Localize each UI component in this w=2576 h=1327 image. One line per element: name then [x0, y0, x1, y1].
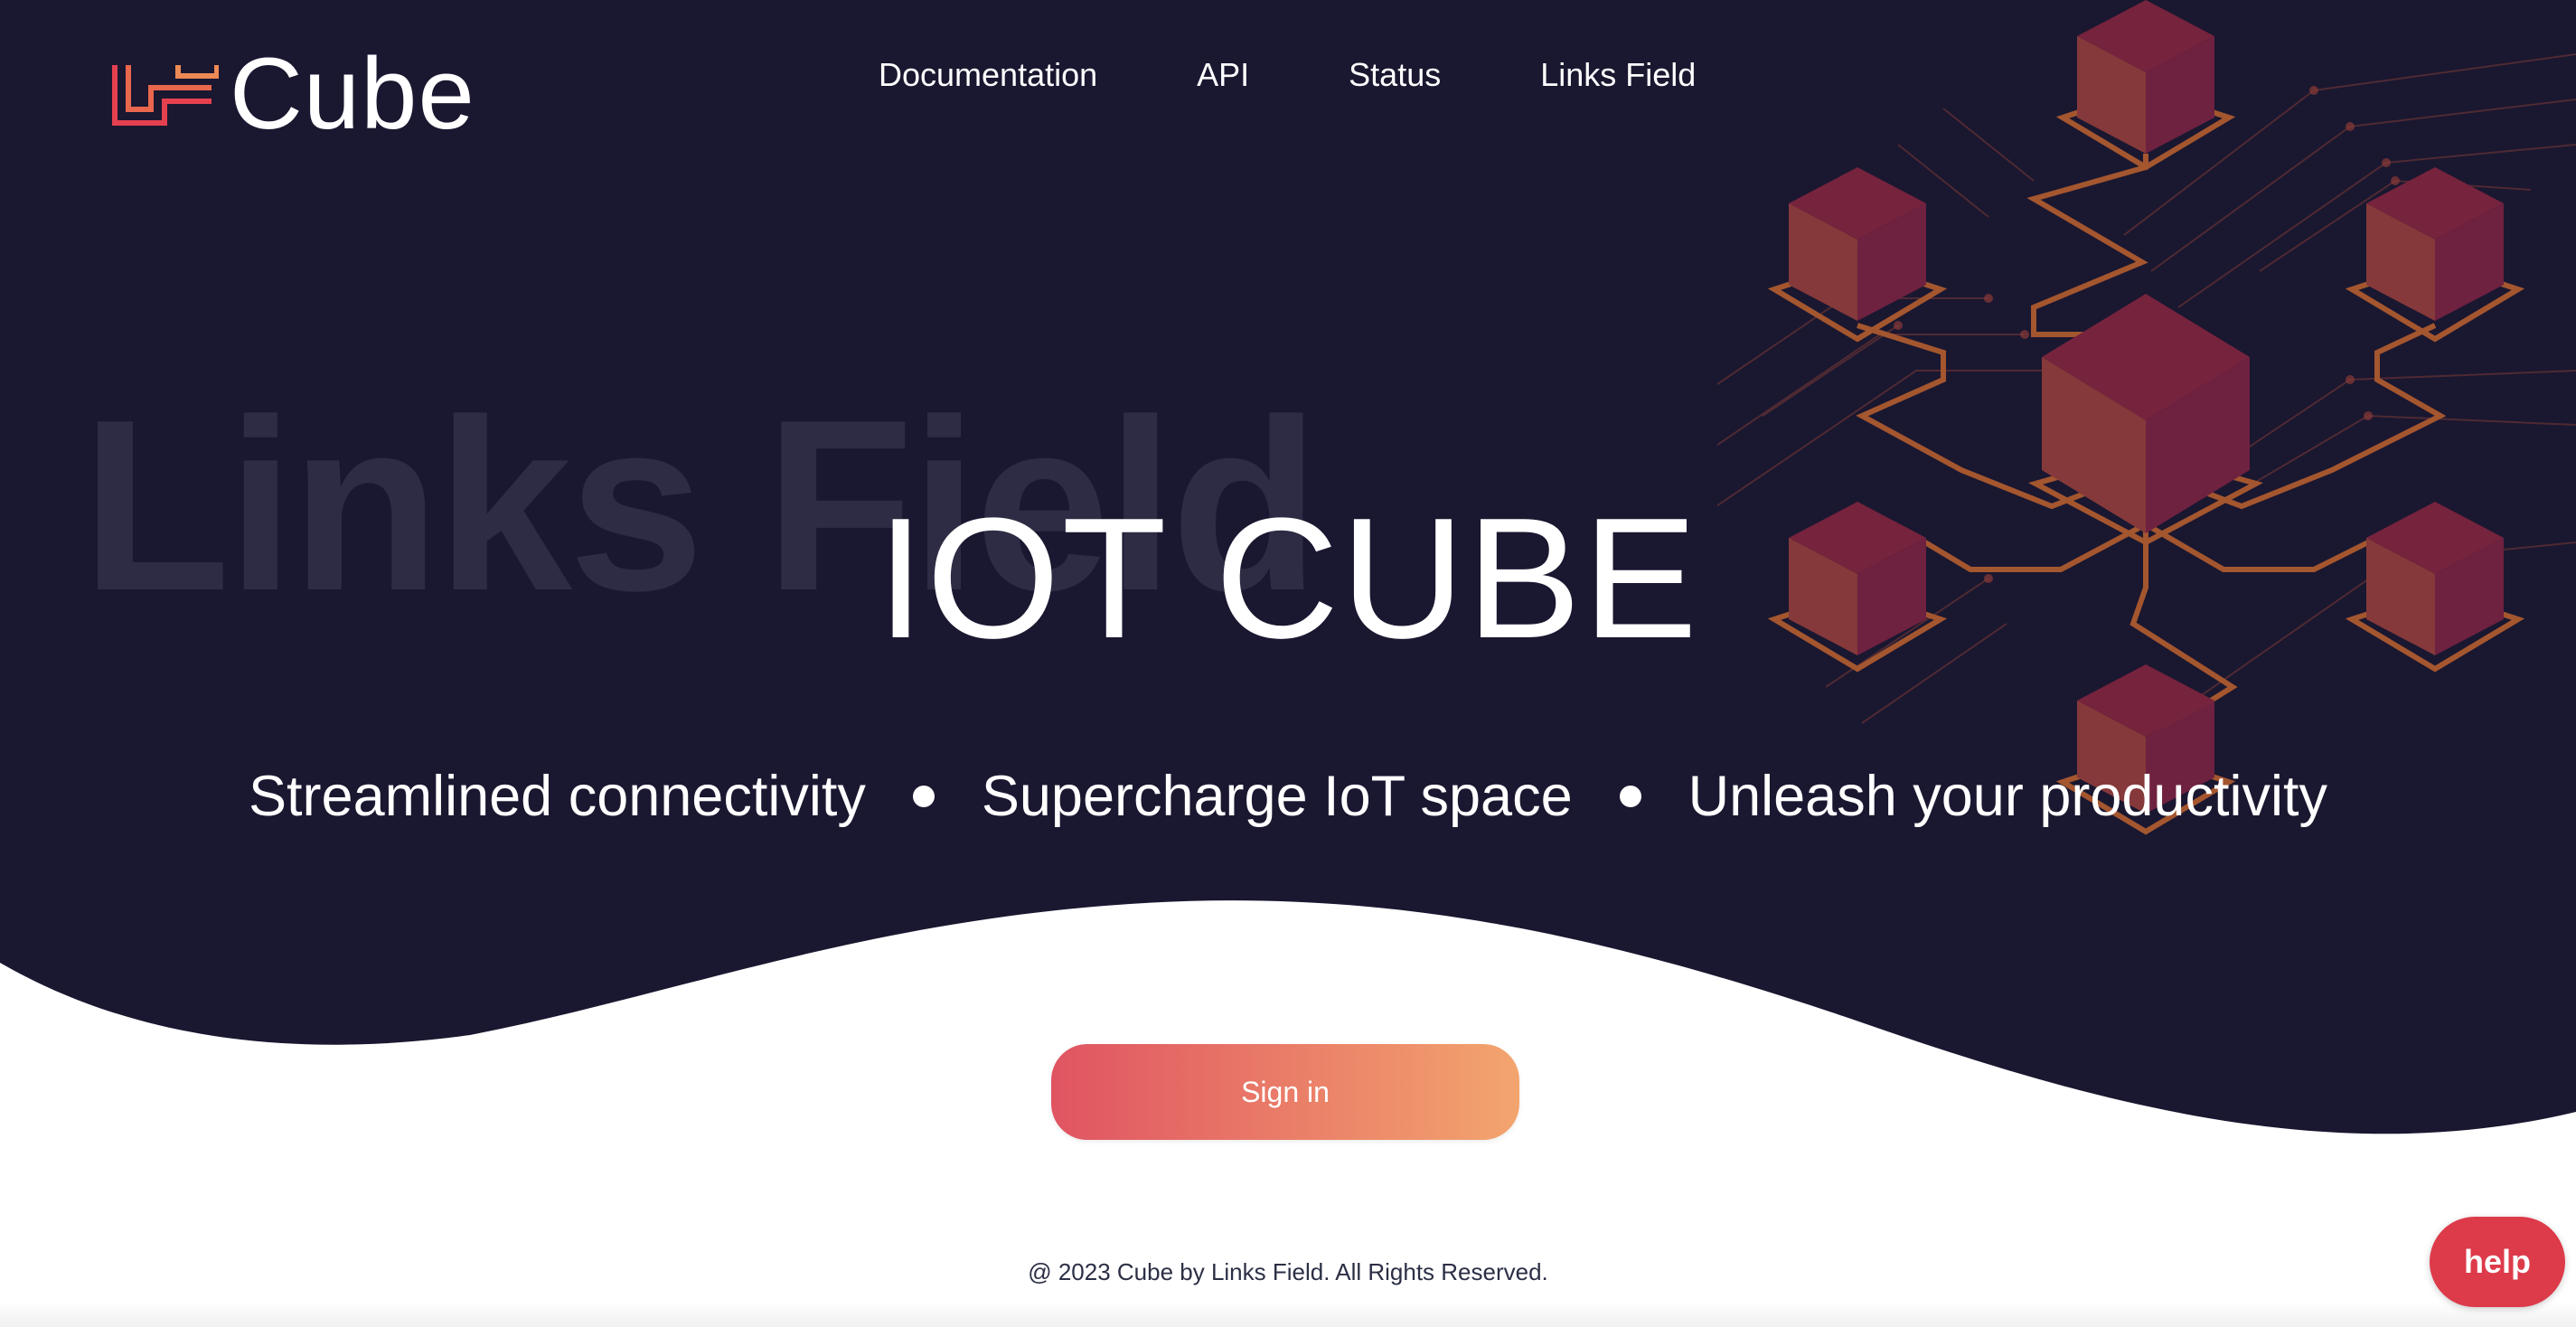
top-nav: Documentation API Status Links Field [879, 56, 1696, 94]
sign-in-button[interactable]: Sign in [1051, 1044, 1519, 1140]
brand-logo[interactable]: Cube [110, 43, 475, 145]
hero-title: IOT CUBE [877, 483, 1699, 674]
bullet-separator [1619, 786, 1641, 807]
tagline-1: Streamlined connectivity [249, 765, 866, 828]
bullet-separator [912, 786, 935, 807]
bottom-shadow [0, 1302, 2576, 1327]
nav-api[interactable]: API [1197, 56, 1249, 94]
hero-taglines: Streamlined connectivity Supercharge IoT… [0, 764, 2576, 829]
cube-logo-icon [112, 65, 219, 126]
hero-illustration [1717, 0, 2576, 835]
tagline-2: Supercharge IoT space [981, 765, 1573, 828]
nav-status[interactable]: Status [1349, 56, 1441, 94]
nav-links-field[interactable]: Links Field [1540, 56, 1696, 94]
brand-name: Cube [230, 37, 475, 150]
nav-documentation[interactable]: Documentation [879, 56, 1097, 94]
footer-copyright: @ 2023 Cube by Links Field. All Rights R… [1028, 1258, 1548, 1285]
tagline-3: Unleash your productivity [1688, 765, 2327, 828]
help-button[interactable]: help [2430, 1217, 2565, 1307]
